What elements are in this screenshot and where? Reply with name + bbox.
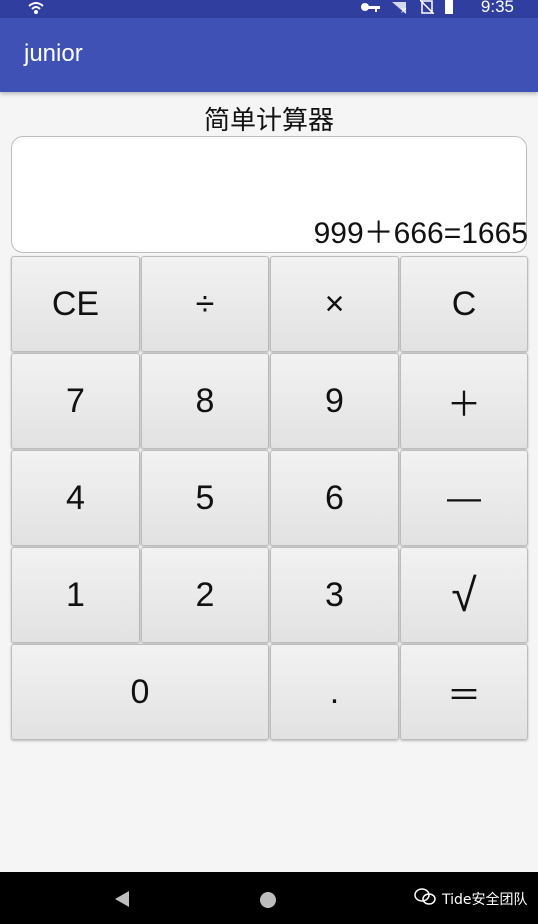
status-bar: × 9:35 [0,0,538,18]
app-title: junior [24,40,83,67]
equals-button[interactable]: ＝ [400,644,528,740]
home-icon[interactable] [260,892,276,908]
six-button[interactable]: 6 [270,450,399,546]
navigation-bar: Tide安全团队 [0,872,538,924]
signal-off-icon: × [390,0,410,18]
nine-button[interactable]: 9 [270,353,399,449]
dot-button[interactable]: . [270,644,399,740]
three-button[interactable]: 3 [270,547,399,643]
five-button[interactable]: 5 [141,450,269,546]
result-display: 999＋666=1665 [11,136,528,253]
watermark: Tide安全团队 [414,888,528,910]
multiply-button[interactable]: × [270,256,399,352]
no-sim-icon [419,0,435,18]
calculator-title: 简单计算器 [203,106,334,136]
ce-button[interactable]: CE [11,256,140,352]
wifi-icon [28,0,44,14]
sqrt-button[interactable]: √ [400,547,528,643]
divide-button[interactable]: ÷ [141,256,269,352]
wechat-icon [414,888,436,910]
app-bar: junior [0,18,538,92]
plus-button[interactable]: ＋ [400,353,528,449]
status-time: 9:35 [480,0,514,16]
two-button[interactable]: 2 [141,547,269,643]
battery-icon [444,0,454,18]
display-text: 999＋666=1665 [313,217,528,250]
eight-button[interactable]: 8 [141,353,269,449]
minus-button[interactable]: — [400,450,528,546]
four-button[interactable]: 4 [11,450,140,546]
back-icon[interactable] [115,891,129,907]
clear-button[interactable]: C [400,256,528,352]
zero-button[interactable]: 0 [11,644,269,740]
one-button[interactable]: 1 [11,547,140,643]
svg-text:×: × [400,6,408,14]
key-icon [360,0,380,18]
seven-button[interactable]: 7 [11,353,140,449]
watermark-text: Tide安全团队 [442,892,528,908]
